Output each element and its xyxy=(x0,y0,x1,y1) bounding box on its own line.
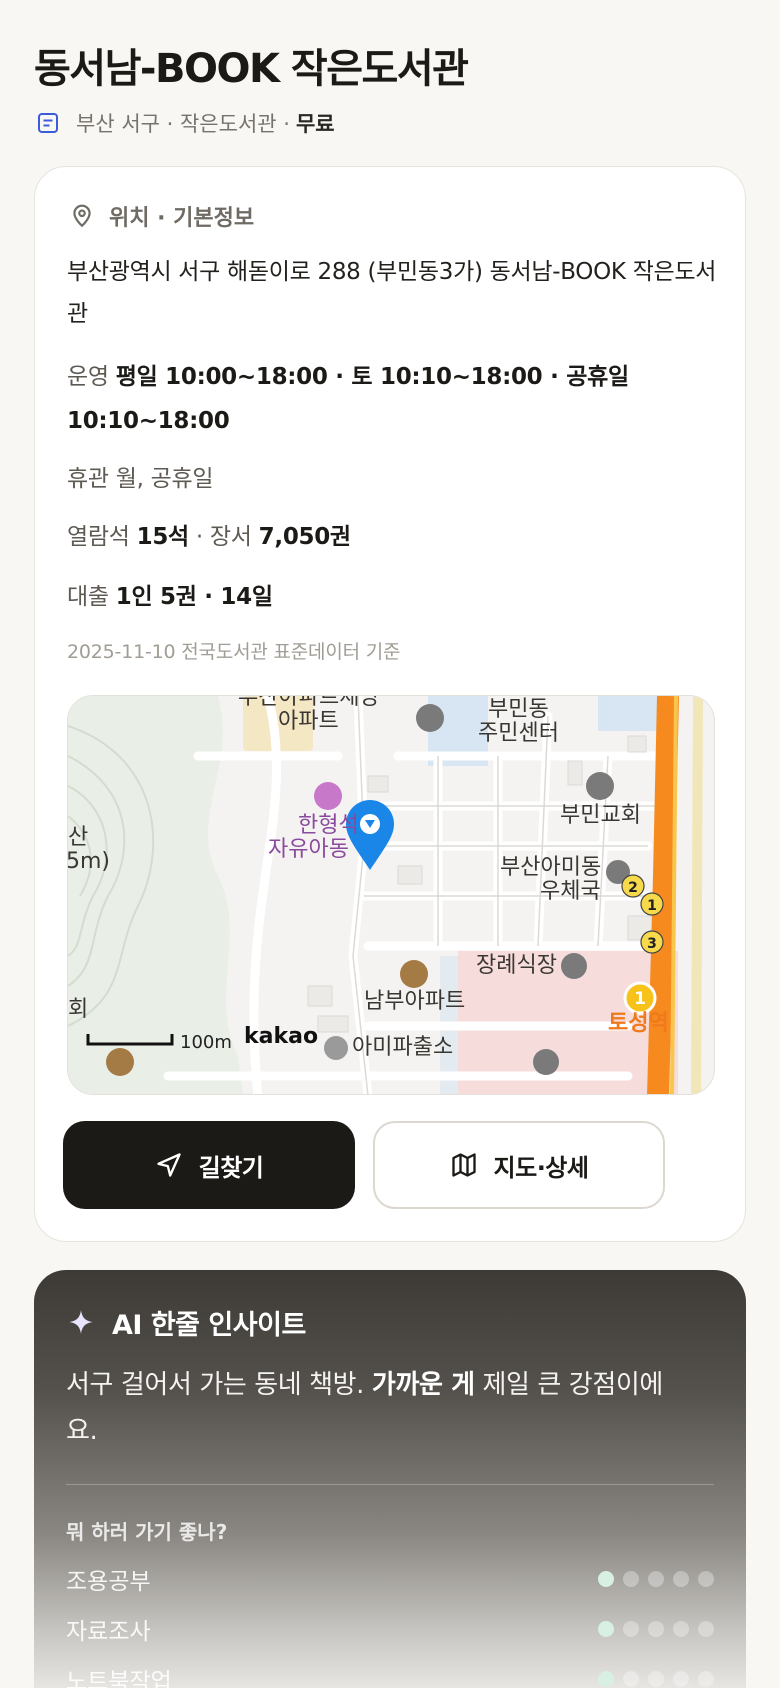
section-heading: 위치 · 기본정보 xyxy=(69,199,254,233)
purpose-question: 뭐 하러 가기 좋나? xyxy=(66,1520,228,1544)
data-source-note: 2025-11-10 전국도서관 표준데이터 기준 xyxy=(67,641,401,663)
purpose-row: 조용공부 xyxy=(66,1562,714,1596)
ai-text-pre: 서구 걸어서 가는 동네 책방. xyxy=(66,1370,372,1400)
address-text: 부산광역시 서구 해돋이로 288 (부민동3가) 동서남-BOOK 작은도서관 xyxy=(67,259,717,327)
ai-insight-card: AI 한줄 인사이트 서구 걸어서 가는 동네 책방. 가까운 게 제일 큰 강… xyxy=(34,1270,746,1688)
closed-value: 월, 공휴일 xyxy=(115,466,214,492)
rating-dot xyxy=(698,1621,714,1637)
purpose-rating xyxy=(598,1621,714,1637)
map-detail-label: 지도·상세 xyxy=(493,1153,589,1182)
rating-dot xyxy=(698,1571,714,1587)
purpose-label: 조용공부 xyxy=(66,1569,151,1595)
purpose-label: 노트북작업 xyxy=(66,1669,172,1688)
map-label: 부산아미동 xyxy=(500,855,602,880)
subway-badge-2: 2 xyxy=(628,880,638,896)
rating-dot xyxy=(673,1671,689,1687)
map-label: 자유아동 xyxy=(268,837,349,862)
sparkle-icon xyxy=(69,1310,93,1334)
map-label: 산 xyxy=(68,825,89,850)
fee-badge: 무료 xyxy=(295,112,335,136)
subway-badge-3: 3 xyxy=(647,936,657,952)
hours-value: 평일 10:00~18:00 · 토 10:10~18:00 · 공휴일 10:… xyxy=(67,364,629,434)
section-title: 위치 · 기본정보 xyxy=(109,206,255,231)
rating-dot xyxy=(673,1571,689,1587)
library-detail-page: 동서남-BOOK 작은도서관 부산 서구 · 작은도서관 · 무료 위치 · 기… xyxy=(0,0,780,1688)
map-icon xyxy=(451,1153,476,1177)
closed-label: 휴관 xyxy=(67,466,109,492)
loan-value: 1인 5권 · 14일 xyxy=(115,584,273,610)
loan-row: 대출 1인 5권 · 14일 xyxy=(67,575,727,619)
rating-dot xyxy=(598,1621,614,1637)
rating-dot xyxy=(648,1671,664,1687)
ai-insight-title: AI 한줄 인사이트 xyxy=(112,1309,306,1341)
map-brand-logo: kakao xyxy=(244,1024,319,1049)
navigation-arrow-icon xyxy=(156,1153,181,1177)
purpose-rating xyxy=(598,1671,714,1687)
location-map[interactable]: 2 1 3 1 부산아파트세방 아파트 부민동 주민센터 부민교회 한형석 자유… xyxy=(67,695,715,1095)
seats-row: 열람석 15석 · 장서 7,050권 xyxy=(67,515,727,559)
books-label: · 장서 xyxy=(195,524,252,550)
map-scale-label: 100m xyxy=(180,1032,232,1053)
map-label: 아파트 xyxy=(278,709,339,734)
map-label: 회 xyxy=(68,997,89,1022)
divider xyxy=(66,1484,714,1485)
document-icon xyxy=(38,113,58,133)
closed-row: 휴관 월, 공휴일 xyxy=(67,457,727,501)
seats-value: 15석 xyxy=(136,524,190,550)
map-label: 부산아파트세방 xyxy=(238,695,380,710)
rating-dot xyxy=(623,1571,639,1587)
purpose-row: 자료조사 xyxy=(66,1612,714,1646)
map-label: 한형석 xyxy=(298,813,359,838)
rating-dot xyxy=(648,1621,664,1637)
map-label: 우체국 xyxy=(540,879,601,904)
purpose-label: 자료조사 xyxy=(66,1619,151,1645)
meta-line: 부산 서구 · 작은도서관 · 무료 xyxy=(36,108,335,138)
rating-dot xyxy=(648,1571,664,1587)
subway-badge-1b: 1 xyxy=(634,989,646,1009)
location-pin-icon xyxy=(73,204,91,228)
hours-row: 운영 평일 10:00~18:00 · 토 10:10~18:00 · 공휴일 … xyxy=(67,355,727,443)
rating-dot xyxy=(673,1621,689,1637)
map-label: 부민동 xyxy=(488,697,549,722)
loan-label: 대출 xyxy=(67,584,109,610)
map-label: 부민교회 xyxy=(560,803,641,828)
map-label: 5m) xyxy=(67,849,111,874)
map-detail-button[interactable]: 지도·상세 xyxy=(373,1121,665,1209)
rating-dot xyxy=(598,1671,614,1687)
rating-dot xyxy=(623,1671,639,1687)
directions-label: 길찾기 xyxy=(198,1153,264,1182)
info-card: 위치 · 기본정보 부산광역시 서구 해돋이로 288 (부민동3가) 동서남-… xyxy=(34,166,746,1242)
map-label: 장례식장 xyxy=(476,953,557,978)
directions-button[interactable]: 길찾기 xyxy=(63,1121,355,1209)
books-value: 7,050권 xyxy=(258,524,351,550)
map-label: 아미파출소 xyxy=(352,1035,454,1060)
seats-label: 열람석 xyxy=(67,524,130,550)
page-title: 동서남-BOOK 작은도서관 xyxy=(34,46,469,92)
rating-dot xyxy=(598,1571,614,1587)
hours-label: 운영 xyxy=(67,364,109,390)
ai-text-highlight: 가까운 게 xyxy=(371,1370,475,1400)
purpose-rating xyxy=(598,1571,714,1587)
map-label: 남부아파트 xyxy=(364,989,466,1014)
purpose-row: 노트북작업 xyxy=(66,1662,714,1688)
rating-dot xyxy=(698,1671,714,1687)
map-label: 주민센터 xyxy=(478,721,559,746)
rating-dot xyxy=(623,1621,639,1637)
ai-insight-heading: AI 한줄 인사이트 xyxy=(68,1302,306,1342)
map-label-station: 토성역 xyxy=(608,1011,669,1036)
meta-region-type: 부산 서구 · 작은도서관 · xyxy=(76,112,290,136)
ai-insight-text: 서구 걸어서 가는 동네 책방. 가까운 게 제일 큰 강점이에요. xyxy=(66,1362,666,1454)
subway-badge-1: 1 xyxy=(647,898,657,914)
